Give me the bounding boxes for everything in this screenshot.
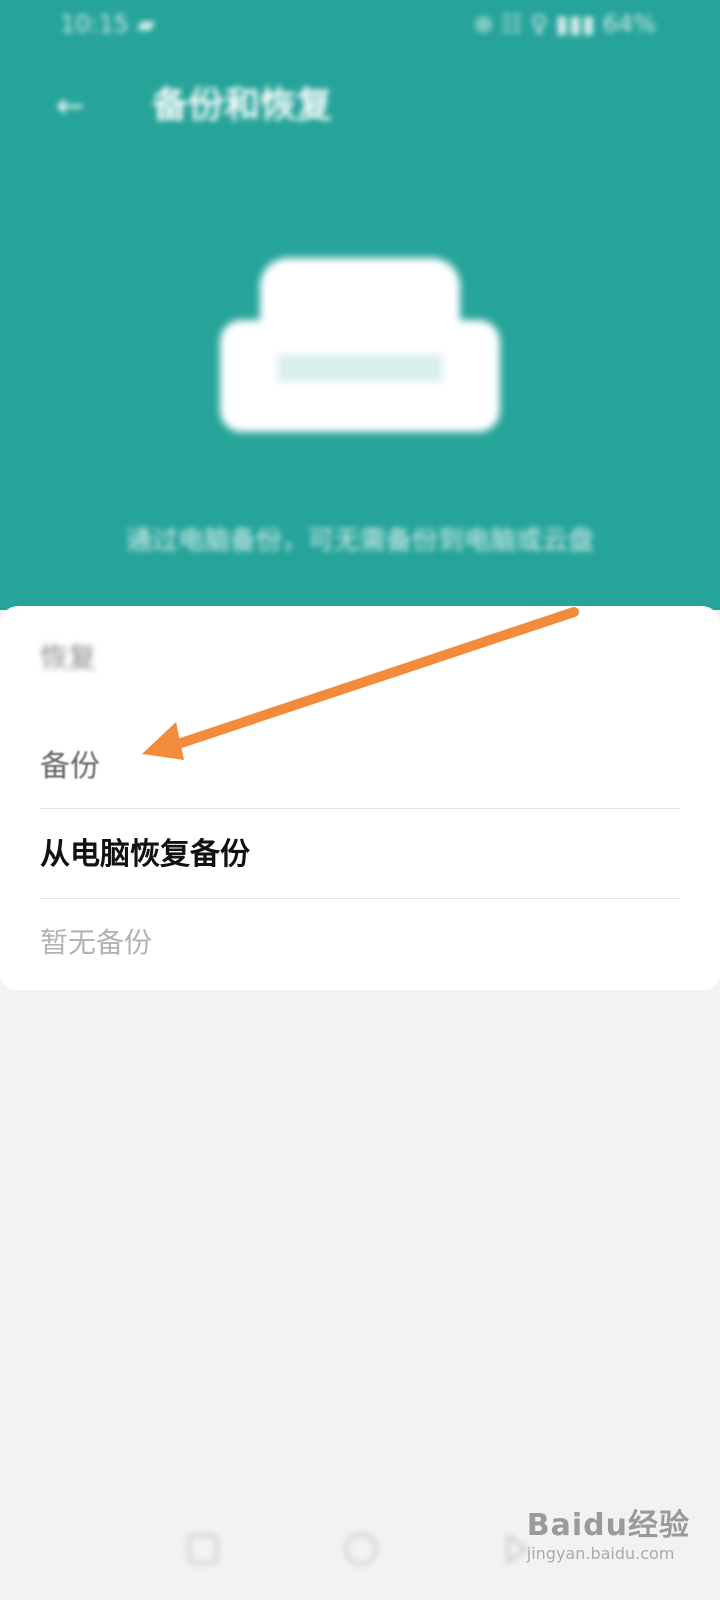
page-title: 备份和恢复 — [152, 85, 333, 126]
status-indicators: ⊕ ☷ ♀ ▮▮▮ 64% — [473, 10, 656, 38]
watermark-logo: Baidu经验 — [526, 1508, 690, 1543]
watermark-url: jingyan.baidu.com — [526, 1544, 675, 1563]
nav-home-icon[interactable] — [338, 1526, 384, 1572]
backup-card: 恢复 备份 从电脑恢复备份 暂无备份 — [0, 606, 720, 990]
status-time: 10:15 ▰ — [60, 10, 156, 38]
back-arrow-icon[interactable]: ← — [56, 86, 85, 126]
sofa-icon — [220, 258, 500, 432]
status-bar: 10:15 ▰ ⊕ ☷ ♀ ▮▮▮ 64% — [0, 0, 720, 52]
no-backup-text: 暂无备份 — [40, 926, 153, 959]
header-description: 通过电脑备份，可无需备份到电脑或云盘 — [125, 526, 594, 556]
header-banner: 10:15 ▰ ⊕ ☷ ♀ ▮▮▮ 64% ← 备份和恢复 通过电脑备份，可无需… — [0, 0, 720, 610]
restore-from-pc-item[interactable]: 从电脑恢复备份 — [40, 806, 680, 896]
baidu-jingyan-watermark: Baidu经验 jingyan.baidu.com — [527, 1500, 690, 1563]
backup-item[interactable]: 备份 — [40, 718, 680, 808]
app-bar: ← 备份和恢复 — [0, 72, 720, 142]
section-label: 恢复 — [40, 641, 97, 674]
nav-back-icon[interactable] — [180, 1526, 226, 1572]
